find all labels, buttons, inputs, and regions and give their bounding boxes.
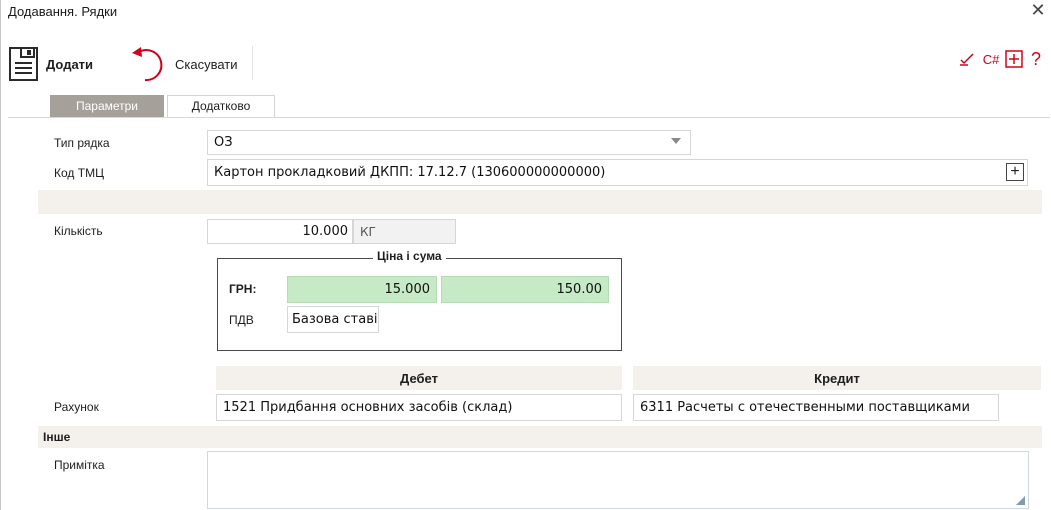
tab-additional[interactable]: Додатково — [167, 95, 275, 117]
resize-grip-icon[interactable] — [1016, 496, 1025, 505]
unit-field: КГ — [353, 219, 456, 244]
sum-input[interactable]: 150.00 — [441, 276, 609, 303]
debit-header: Дебет — [216, 366, 622, 390]
price-input[interactable]: 15.000 — [287, 276, 437, 303]
tab-parameters[interactable]: Параметри — [50, 95, 164, 117]
add-button-label: Додати — [46, 56, 94, 72]
close-button[interactable]: ✕ — [1026, 0, 1050, 20]
currency-label: ГРН: — [229, 282, 257, 296]
add-box-button[interactable] — [1004, 48, 1024, 70]
help-icon: ? — [1030, 48, 1041, 69]
other-section-title: Інше — [43, 430, 71, 444]
tab-divider — [8, 117, 1050, 118]
add-button[interactable]: Додати — [8, 44, 93, 84]
save-document-icon — [9, 47, 38, 81]
credit-header: Кредит — [633, 366, 1041, 390]
toolbar-separator — [252, 46, 253, 80]
type-label: Тип рядка — [54, 136, 110, 150]
type-select[interactable]: ОЗ — [207, 130, 691, 155]
account-label: Рахунок — [54, 400, 99, 414]
quantity-value: 10.000 — [302, 224, 349, 239]
note-textarea[interactable] — [207, 451, 1029, 509]
debit-account-value: 1521 Придбання основних засобів (склад) — [223, 400, 513, 415]
csharp-button[interactable]: C# — [980, 48, 1002, 70]
credit-account-field[interactable]: 6311 Расчеты с отечественными поставщика… — [633, 394, 999, 421]
quantity-label: Кількість — [54, 224, 103, 238]
type-value: ОЗ — [214, 135, 233, 150]
edit-check-button[interactable] — [957, 48, 977, 70]
window-title: Додавання. Рядки — [8, 4, 118, 19]
credit-account-value: 6311 Расчеты с отечественными поставщика… — [640, 400, 970, 415]
vat-select[interactable]: Базова ставі — [287, 306, 379, 333]
quantity-input[interactable]: 10.000 — [207, 219, 353, 244]
vat-label: ПДВ — [229, 313, 254, 327]
code-value: Картон прокладковий ДКПП: 17.12.7 (13060… — [214, 165, 606, 180]
unit-value: КГ — [360, 224, 376, 239]
code-field[interactable]: Картон прокладковий ДКПП: 17.12.7 (13060… — [207, 159, 1028, 186]
dropdown-arrow-icon[interactable] — [671, 138, 681, 144]
price-value: 15.000 — [384, 282, 431, 297]
edit-check-icon — [960, 53, 974, 66]
cancel-button-label: Скасувати — [175, 56, 238, 72]
plus-box-icon — [1005, 50, 1023, 68]
cancel-button[interactable]: Скасувати — [129, 44, 238, 84]
sum-value: 150.00 — [556, 282, 603, 297]
other-section-band — [38, 426, 1042, 448]
code-plus-icon[interactable]: + — [1006, 163, 1024, 181]
close-icon: ✕ — [1030, 0, 1046, 20]
note-label: Примітка — [54, 458, 105, 472]
undo-icon — [132, 47, 163, 82]
vat-value: Базова ставі — [292, 312, 378, 327]
debit-account-field[interactable]: 1521 Придбання основних засобів (склад) — [216, 394, 622, 421]
section-band — [38, 190, 1042, 214]
price-group-title: Ціна і сума — [373, 249, 446, 263]
price-group-box — [217, 258, 622, 351]
code-label: Код ТМЦ — [54, 166, 104, 180]
csharp-icon: C# — [982, 51, 1000, 67]
help-button[interactable]: ? — [1026, 48, 1046, 70]
